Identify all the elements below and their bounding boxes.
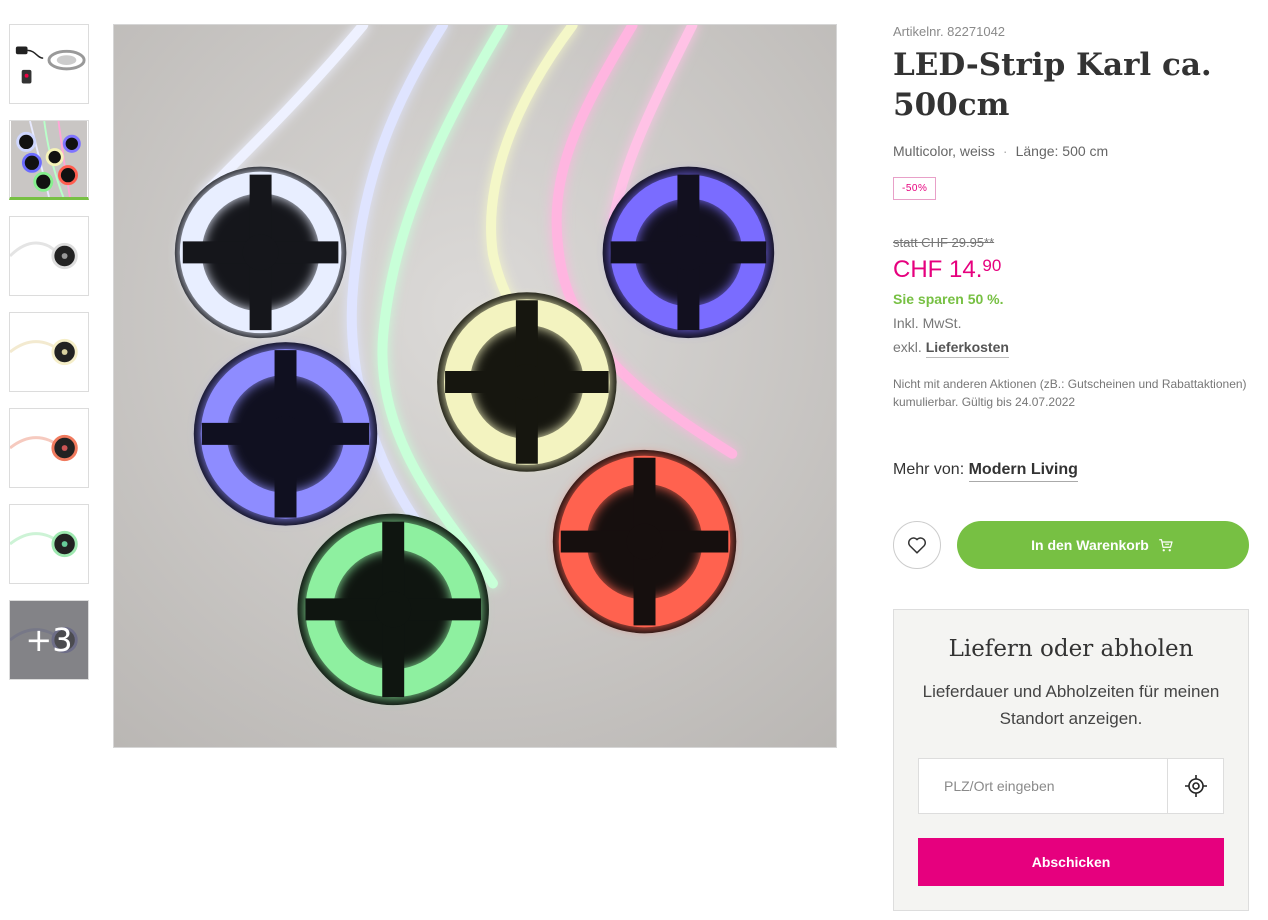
variant-length: Länge: 500 cm	[1015, 143, 1109, 159]
delivery-text: Lieferdauer und Abholzeiten für meinen S…	[922, 682, 1220, 728]
shipping-costs-link[interactable]: Lieferkosten	[925, 339, 1009, 358]
thumbnail-more[interactable]: +3	[9, 600, 89, 680]
savings-text: Sie sparen 50 %.	[893, 291, 1004, 307]
thumbnail-2[interactable]	[9, 120, 89, 200]
vat-text: Inkl. MwSt.	[893, 315, 962, 331]
led-strip-image	[114, 25, 836, 747]
more-images-count: +3	[10, 601, 88, 679]
reel-green	[297, 513, 489, 706]
thumbnail-6[interactable]	[9, 504, 89, 584]
promo-note: Nicht mit anderen Aktionen (zB.: Gutsche…	[893, 377, 1247, 409]
thumbnail-image	[10, 25, 88, 103]
product-title: LED-Strip Karl ca. 500cm	[893, 45, 1249, 125]
discount-badge: -50%	[893, 177, 937, 200]
thumbnail-gallery: +3	[9, 24, 89, 696]
cart-icon	[1159, 539, 1173, 552]
product-title-bold: LED-Strip	[893, 47, 1066, 83]
wishlist-button[interactable]	[893, 521, 941, 569]
delivery-heading: Liefern oder abholen	[948, 636, 1194, 662]
variant-color: Multicolor, weiss	[893, 143, 995, 159]
add-to-cart-label: In den Warenkorb	[1031, 537, 1149, 553]
thumbnail-image	[10, 505, 88, 583]
thumbnail-image	[10, 313, 88, 391]
main-product-image[interactable]	[113, 24, 837, 748]
price-cents: 90	[982, 256, 1002, 275]
brand-line: Mehr von: Modern Living	[893, 461, 1249, 482]
delivery-pickup-box: Liefern oder abholen Lieferdauer und Abh…	[893, 609, 1249, 911]
location-input-group	[918, 758, 1224, 814]
product-info: Artikelnr. 82271042 LED-Strip Karl ca. 5…	[893, 24, 1249, 569]
thumbnail-image	[10, 409, 88, 487]
brand-prefix: Mehr von:	[893, 461, 969, 478]
thumbnail-3[interactable]	[9, 216, 89, 296]
shipping-text: exkl. Lieferkosten	[893, 339, 1249, 358]
reel-red	[552, 449, 737, 634]
brand-link[interactable]: Modern Living	[968, 461, 1078, 482]
location-target-icon	[1184, 775, 1207, 797]
purchase-actions: In den Warenkorb	[893, 521, 1249, 569]
thumbnail-image	[11, 121, 87, 197]
thumbnail-1[interactable]	[9, 24, 89, 104]
thumbnail-image	[10, 217, 88, 295]
price-main: CHF 14.	[893, 256, 983, 283]
thumbnail-4[interactable]	[9, 312, 89, 392]
locate-me-button[interactable]	[1167, 759, 1223, 813]
shipping-prefix: exkl.	[893, 339, 926, 355]
reel-white	[174, 166, 347, 339]
submit-button[interactable]: Abschicken	[918, 838, 1224, 886]
current-price: CHF 14.90	[893, 256, 1249, 284]
product-variants: Multicolor, weiss · Länge: 500 cm	[893, 143, 1249, 159]
postcode-input[interactable]	[919, 759, 1167, 813]
add-to-cart-button[interactable]: In den Warenkorb	[957, 521, 1249, 569]
old-price: statt CHF 29.95**	[893, 235, 995, 250]
reel-purple	[602, 166, 775, 339]
thumbnail-5[interactable]	[9, 408, 89, 488]
variant-separator: ·	[1002, 143, 1008, 159]
article-number: Artikelnr. 82271042	[893, 24, 1006, 39]
reel-blue-large	[193, 342, 378, 526]
reel-warm	[437, 292, 617, 472]
heart-icon	[908, 537, 926, 554]
